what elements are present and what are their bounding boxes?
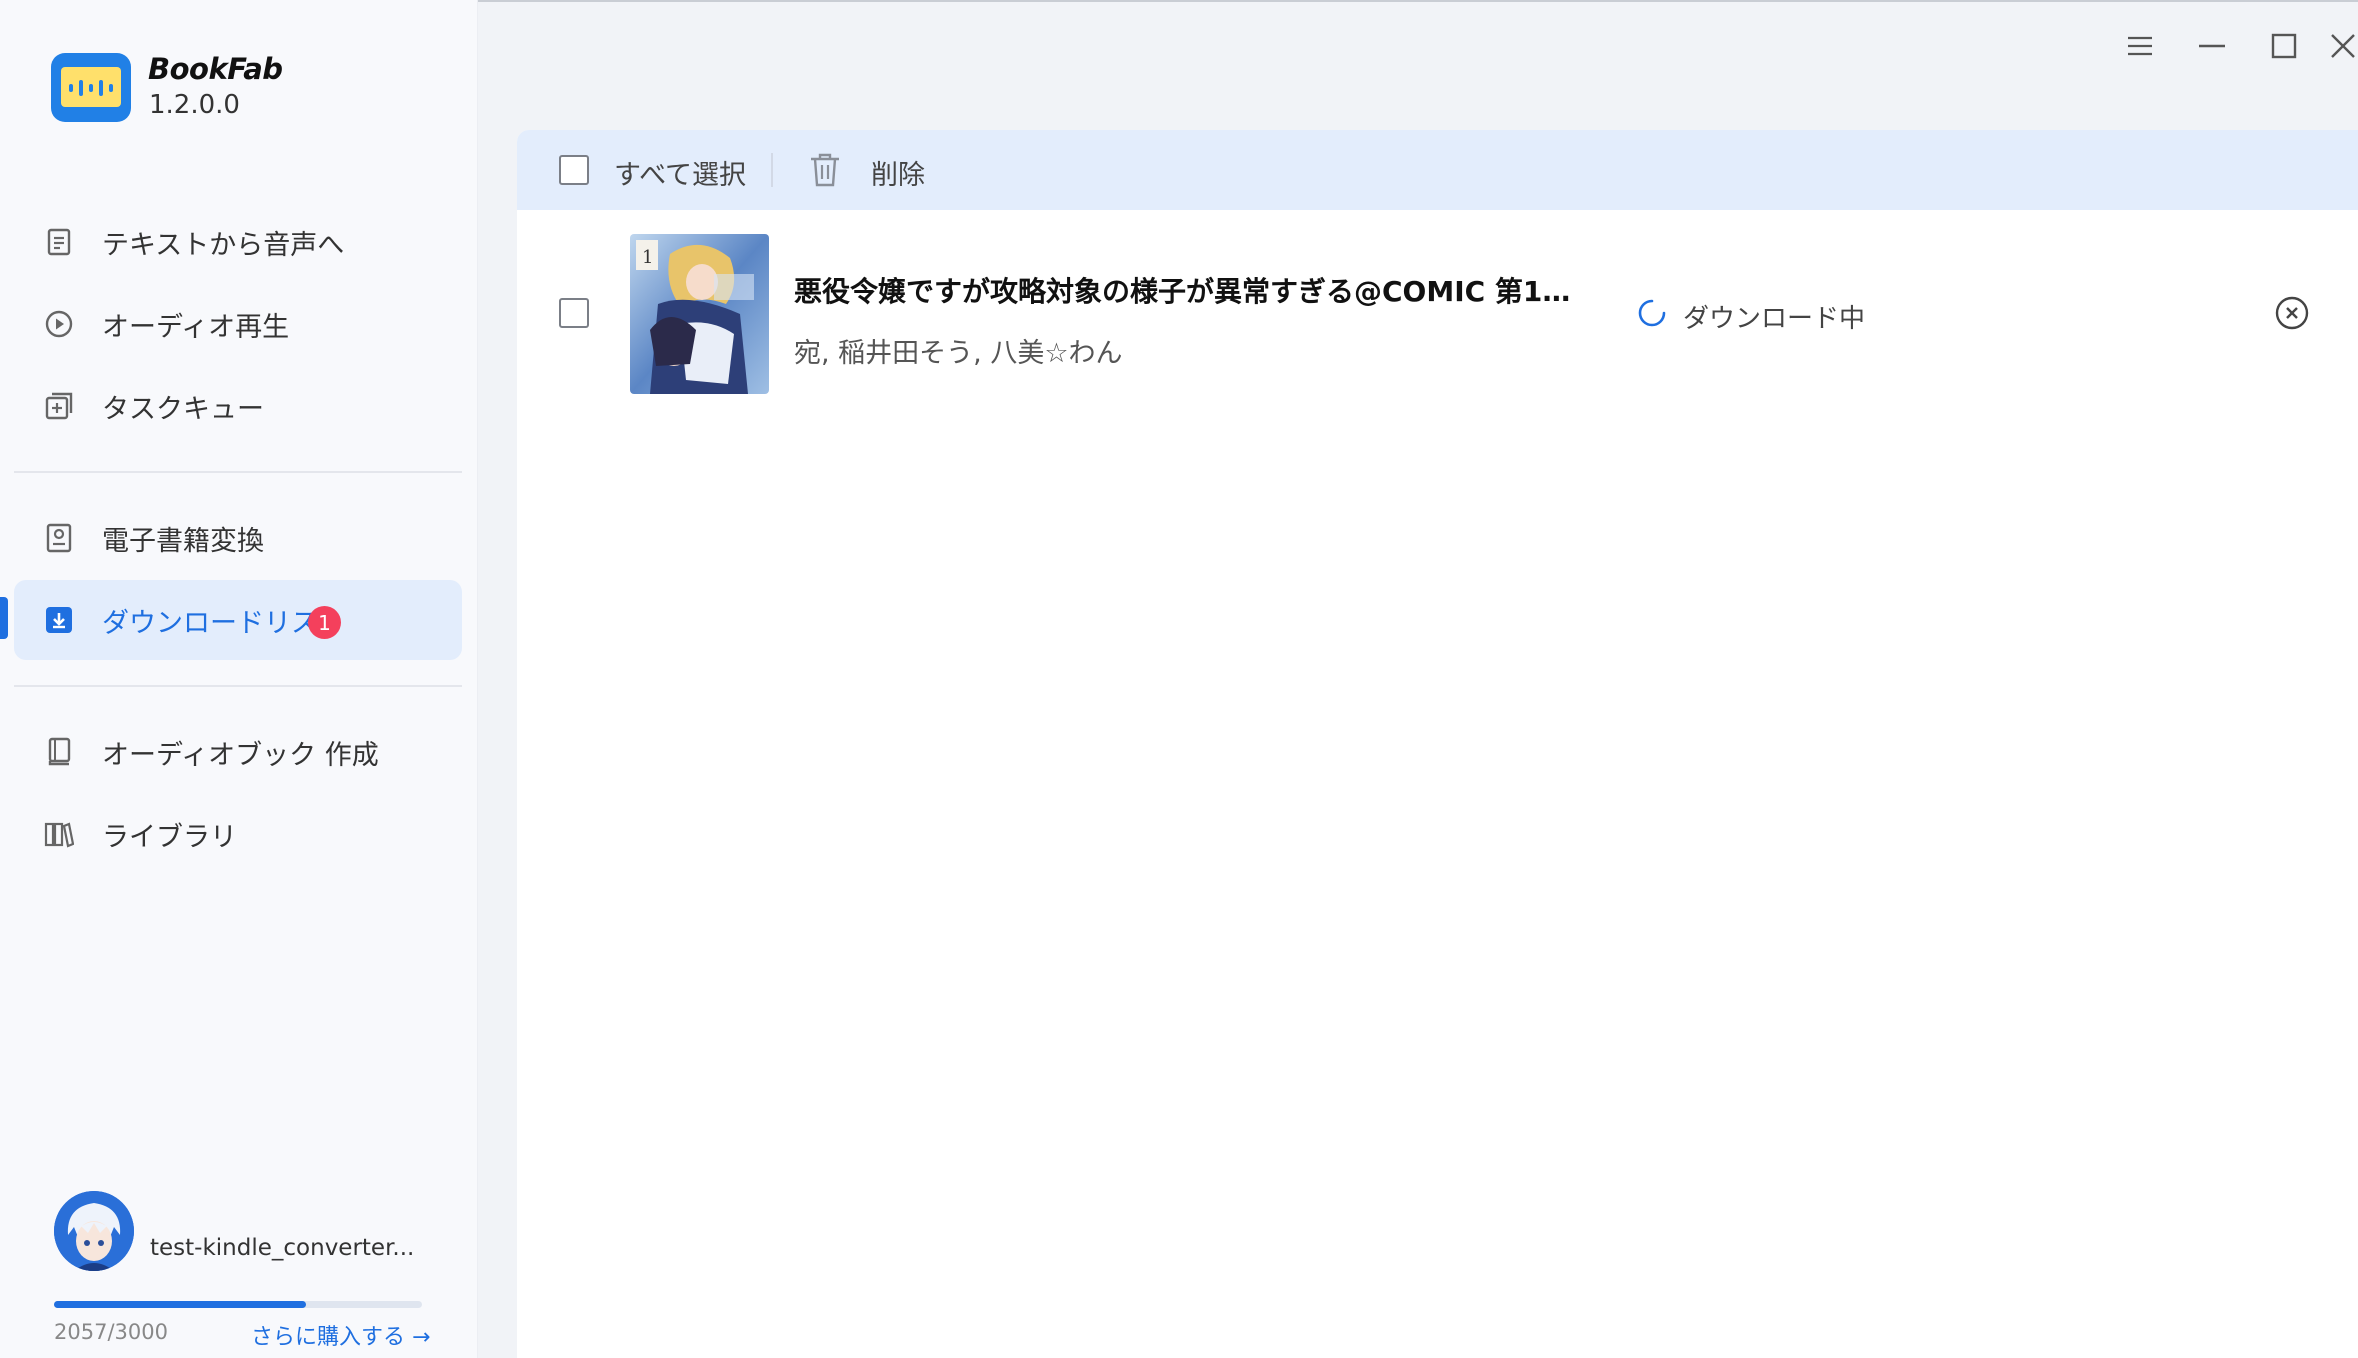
loading-spinner-icon: [1637, 298, 1667, 328]
divider: [14, 685, 462, 687]
book-title: 悪役令嬢ですが攻略対象の様子が異常すぎる@COMIC 第1巻 (...: [794, 275, 1574, 308]
notification-badge: 1: [308, 606, 341, 639]
username: test-kindle_converter...: [150, 1235, 415, 1261]
sidebar: BookFab 1.2.0.0 テキストから音声へ オーディオ再生 タスクキュー…: [0, 0, 478, 1358]
book-authors: 宛, 稲井田そう, 八美☆わん: [794, 338, 1123, 369]
toolbar-divider: [771, 153, 773, 187]
sidebar-item-library[interactable]: ライブラリ: [14, 794, 462, 874]
app-version: 1.2.0.0: [149, 90, 240, 120]
quota-progress-fill: [54, 1301, 307, 1308]
minimize-icon[interactable]: [2190, 24, 2234, 68]
library-icon: [44, 819, 74, 849]
title-bar: [478, 0, 2358, 90]
sidebar-item-label: オーディオ再生: [102, 311, 290, 343]
document-icon: [44, 227, 74, 257]
book-cover-image: 1: [630, 234, 769, 394]
menu-icon[interactable]: [2118, 24, 2162, 68]
task-queue-icon: [44, 391, 74, 421]
delete-label[interactable]: 削除: [871, 153, 925, 192]
sidebar-item-audio-playback[interactable]: オーディオ再生: [14, 284, 462, 364]
sidebar-item-download-list[interactable]: ダウンロードリスト 1: [14, 580, 462, 660]
active-indicator: [0, 597, 8, 639]
close-icon[interactable]: [2330, 24, 2356, 68]
row-checkbox[interactable]: [559, 298, 589, 328]
download-icon: [44, 605, 74, 635]
quota-progress-bar: [54, 1301, 422, 1308]
sidebar-item-label: タスクキュー: [102, 393, 264, 425]
maximize-icon[interactable]: [2262, 24, 2306, 68]
download-list-panel: [517, 130, 2358, 1358]
list-toolbar: [517, 130, 2358, 210]
buy-more-link[interactable]: さらに購入する →: [251, 1319, 430, 1351]
sidebar-item-ebook-convert[interactable]: 電子書籍変換: [14, 498, 462, 578]
select-all-checkbox[interactable]: [559, 155, 589, 185]
sidebar-item-label: ライブラリ: [102, 821, 237, 853]
ebook-convert-icon: [44, 523, 74, 553]
app-logo-icon: [51, 53, 131, 122]
play-circle-icon: [44, 309, 74, 339]
sidebar-item-text-to-speech[interactable]: テキストから音声へ: [14, 202, 462, 282]
divider: [14, 471, 462, 473]
quota-count: 2057/3000: [54, 1320, 168, 1344]
audiobook-icon: [44, 737, 74, 767]
cancel-download-icon[interactable]: [2274, 295, 2310, 331]
svg-text:1: 1: [642, 247, 653, 268]
sidebar-item-create-audiobook[interactable]: オーディオブック 作成: [14, 712, 462, 792]
avatar[interactable]: [54, 1191, 134, 1271]
app-name: BookFab: [148, 52, 283, 86]
download-status: ダウンロード中: [1683, 304, 1866, 334]
select-all-label[interactable]: すべて選択: [614, 153, 746, 192]
sidebar-item-label: オーディオブック 作成: [102, 739, 379, 771]
trash-icon[interactable]: [809, 152, 841, 188]
sidebar-item-task-queue[interactable]: タスクキュー: [14, 366, 462, 446]
sidebar-item-label: テキストから音声へ: [102, 229, 345, 261]
sidebar-item-label: 電子書籍変換: [102, 525, 264, 557]
